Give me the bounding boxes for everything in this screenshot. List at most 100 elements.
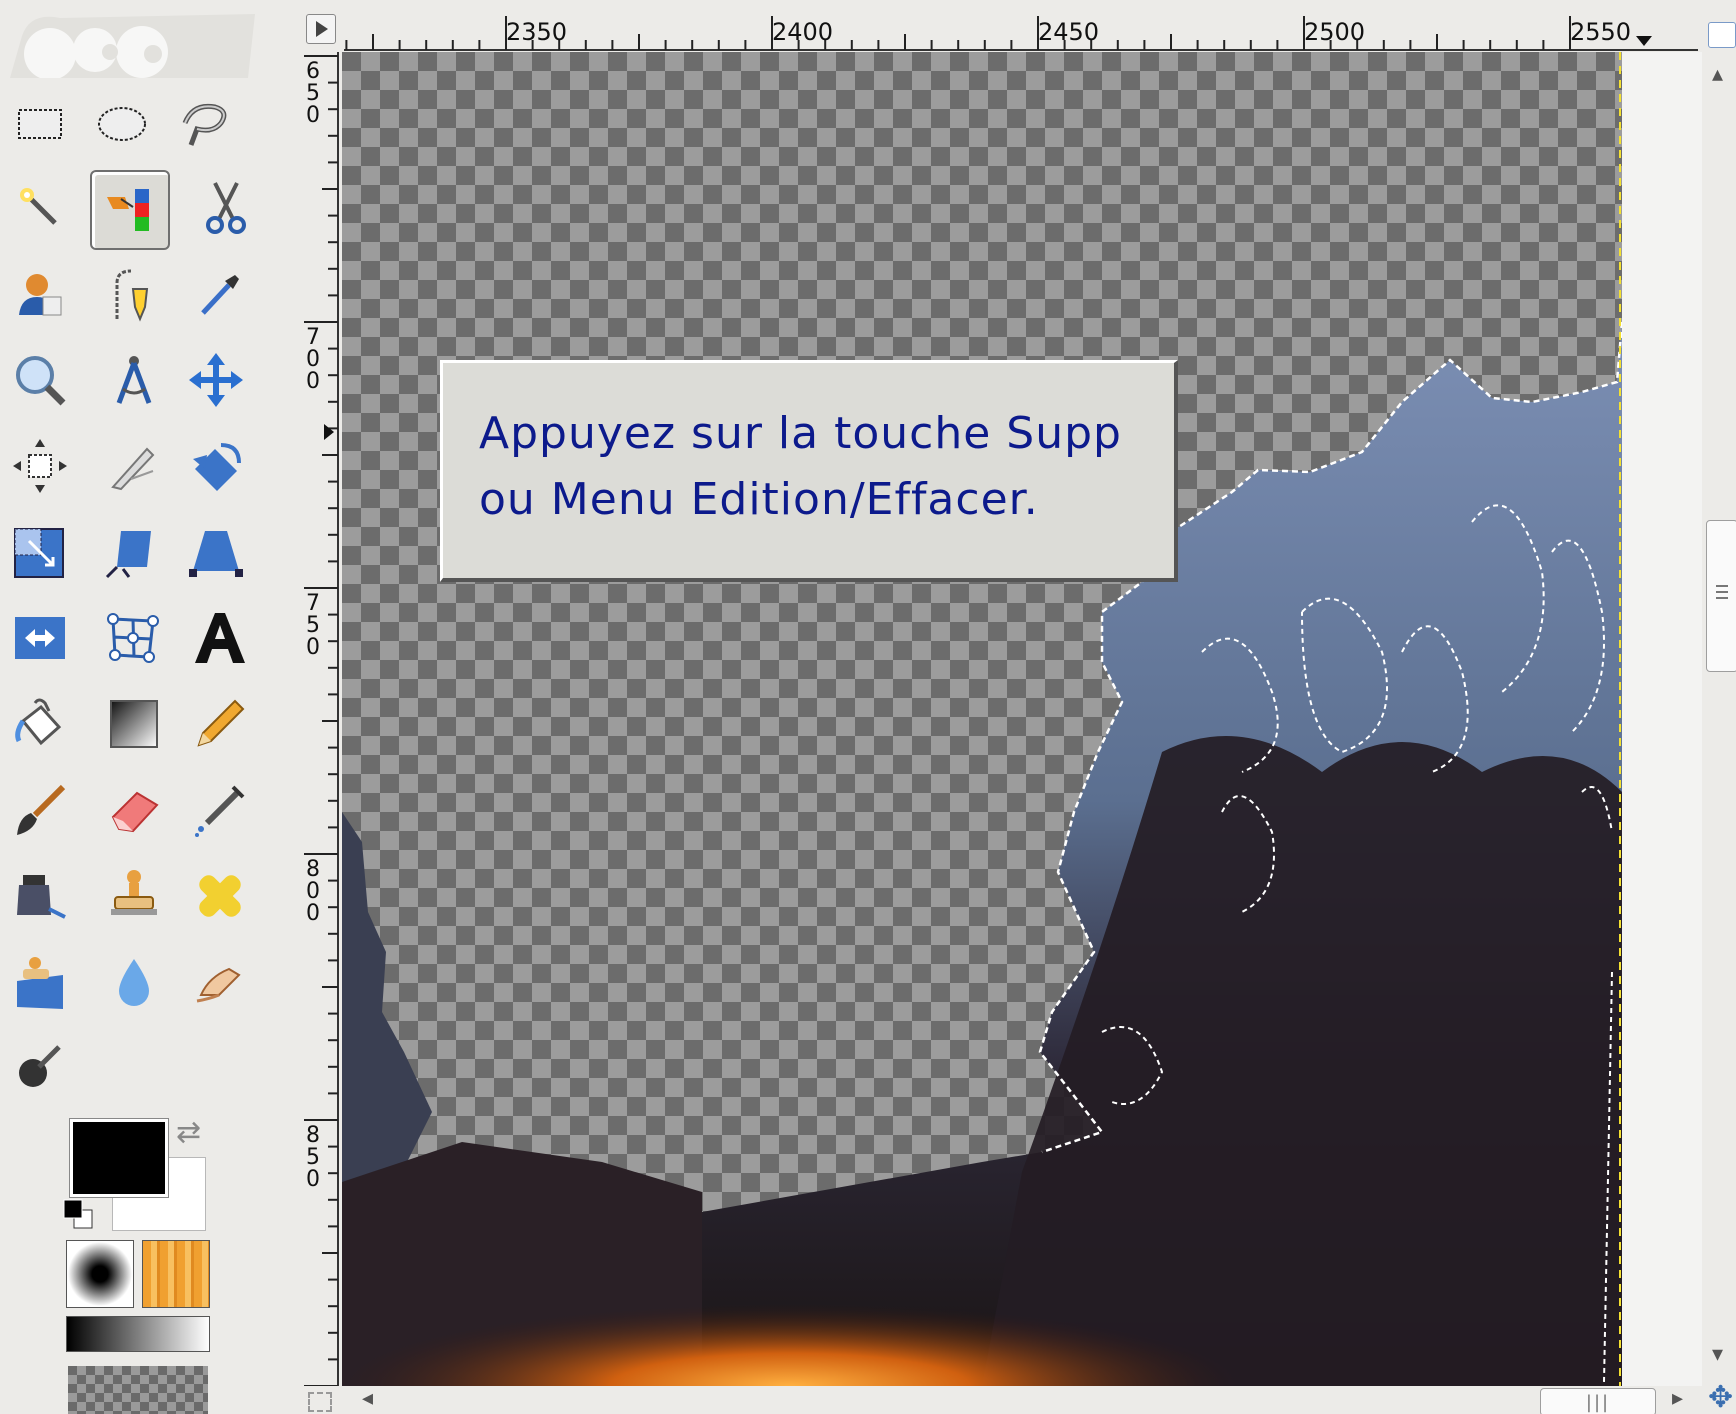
pencil-tool[interactable] <box>180 684 260 764</box>
clone-stamp-icon <box>111 870 157 915</box>
free-select-tool[interactable] <box>164 84 244 164</box>
align-tool[interactable] <box>0 426 80 506</box>
eyedropper-icon <box>201 275 239 315</box>
ellipse-select-tool[interactable] <box>82 84 162 164</box>
ink-tool[interactable] <box>0 856 80 936</box>
compass-icon <box>116 356 152 404</box>
dodge-burn-icon <box>19 1045 61 1087</box>
vertical-scroll-thumb[interactable] <box>1706 520 1736 672</box>
magnifier-icon <box>16 356 66 406</box>
crop-tool[interactable] <box>94 426 174 506</box>
eraser-tool[interactable] <box>94 770 174 850</box>
bucket-fill-tool[interactable] <box>0 684 80 764</box>
rect-select-tool[interactable] <box>0 84 80 164</box>
default-colors-icon[interactable] <box>62 1198 94 1230</box>
ruler-label: 850 <box>306 1123 320 1192</box>
text-a-icon <box>195 613 245 663</box>
rect-select-icon <box>18 109 62 139</box>
flip-icon <box>15 617 65 659</box>
foreground-select-tool[interactable] <box>0 254 80 334</box>
menu-arrow-button[interactable] <box>306 14 336 44</box>
tooltip-line-1: Appuyez sur la touche Supp <box>479 408 1122 459</box>
horizontal-scrollbar[interactable]: ◂ ▸ <box>342 1386 1702 1414</box>
move-tool[interactable] <box>176 340 256 420</box>
pen-nib-icon <box>115 269 149 322</box>
foreground-select-icon <box>19 274 62 316</box>
measure-tool[interactable] <box>94 340 174 420</box>
zoom-tool[interactable] <box>0 340 80 420</box>
ruler-pointer-icon <box>324 424 334 440</box>
toolbox: ⇄ <box>0 0 300 1414</box>
horizontal-scroll-thumb[interactable]: ||| <box>1540 1388 1656 1414</box>
rotate-tool[interactable] <box>176 426 256 506</box>
color-picker-tool[interactable] <box>180 254 260 334</box>
ruler-label: 2350 <box>506 18 567 46</box>
scroll-down-arrow-icon[interactable]: ▾ <box>1712 1342 1723 1367</box>
scissors-icon <box>206 182 246 234</box>
fuzzy-select-tool[interactable] <box>0 166 80 246</box>
perspective-clone-icon <box>17 957 63 1009</box>
align-icon <box>13 439 67 493</box>
airbrush-tool[interactable] <box>180 770 260 850</box>
crop-knife-icon <box>111 447 155 491</box>
paths-tool[interactable] <box>94 254 174 334</box>
pencil-icon <box>197 699 245 747</box>
horizontal-ruler: 2350 2400 2450 2500 2550 <box>344 0 1698 52</box>
quick-mask-toggle[interactable] <box>308 1392 332 1412</box>
tooltip-line-2: ou Menu Edition/Effacer. <box>479 474 1039 525</box>
vertical-scrollbar[interactable]: ▴ ▾ <box>1702 52 1736 1386</box>
color-selector[interactable]: ⇄ <box>62 1115 212 1231</box>
navigate-icon[interactable]: ✥ <box>1708 1383 1736 1413</box>
gimp-window: ⇄ 2350 2400 2450 2500 2550 650 700 750 8… <box>0 0 1736 1414</box>
ruler-label: 2550 <box>1570 18 1631 46</box>
vertical-ruler: 650 700 750 800 850 <box>300 52 340 1386</box>
smudge-tool[interactable] <box>180 942 260 1022</box>
gradient-preview[interactable] <box>66 1316 210 1352</box>
canvas-padding <box>1622 52 1702 1386</box>
flip-tool[interactable] <box>0 598 80 678</box>
rotate-icon <box>193 443 241 491</box>
smudge-finger-icon <box>196 967 241 1003</box>
scale-tool[interactable] <box>0 512 80 592</box>
ruler-label: 750 <box>306 591 320 660</box>
perspective-clone-tool[interactable] <box>0 942 80 1022</box>
ellipse-select-icon <box>98 107 146 141</box>
bandage-icon <box>199 875 241 917</box>
scroll-left-arrow-icon[interactable]: ◂ <box>362 1386 373 1411</box>
cage-transform-tool[interactable] <box>94 598 174 678</box>
water-drop-icon <box>119 959 149 1006</box>
blur-sharpen-tool[interactable] <box>94 942 174 1022</box>
instruction-tooltip: Appuyez sur la touche Supp ou Menu Editi… <box>440 360 1178 582</box>
clone-tool[interactable] <box>94 856 174 936</box>
scale-icon <box>14 528 64 578</box>
select-by-color-tool[interactable] <box>90 170 170 250</box>
scroll-up-arrow-icon[interactable]: ▴ <box>1712 62 1723 87</box>
gradient-icon <box>110 700 158 748</box>
swap-colors-icon[interactable]: ⇄ <box>176 1115 201 1150</box>
brush-preview[interactable] <box>66 1240 134 1308</box>
ruler-label: 650 <box>306 59 320 128</box>
select-by-color-icon <box>107 189 149 231</box>
shear-tool[interactable] <box>94 512 174 592</box>
perspective-tool[interactable] <box>176 512 256 592</box>
image-canvas[interactable]: Appuyez sur la touche Supp ou Menu Editi… <box>342 52 1622 1386</box>
cage-icon <box>107 613 159 663</box>
foreground-color[interactable] <box>70 1119 168 1197</box>
airbrush-icon <box>195 785 245 837</box>
perspective-icon <box>189 531 243 577</box>
pattern-preview[interactable] <box>142 1240 210 1308</box>
ink-bottle-icon <box>17 875 66 919</box>
blend-tool[interactable] <box>94 684 174 764</box>
ruler-label: 2500 <box>1304 18 1365 46</box>
heal-tool[interactable] <box>180 856 260 936</box>
ruler-pointer-icon <box>1636 36 1652 46</box>
dodge-burn-tool[interactable] <box>0 1026 80 1106</box>
zoom-fit-icon[interactable] <box>1708 22 1736 48</box>
move-arrows-icon <box>189 353 243 407</box>
text-tool[interactable] <box>180 598 260 678</box>
scroll-right-arrow-icon[interactable]: ▸ <box>1672 1386 1683 1411</box>
active-image-thumbnail[interactable] <box>68 1366 208 1414</box>
scissors-select-tool[interactable] <box>186 166 266 246</box>
paintbrush-tool[interactable] <box>0 770 80 850</box>
ruler-label: 700 <box>306 325 320 394</box>
